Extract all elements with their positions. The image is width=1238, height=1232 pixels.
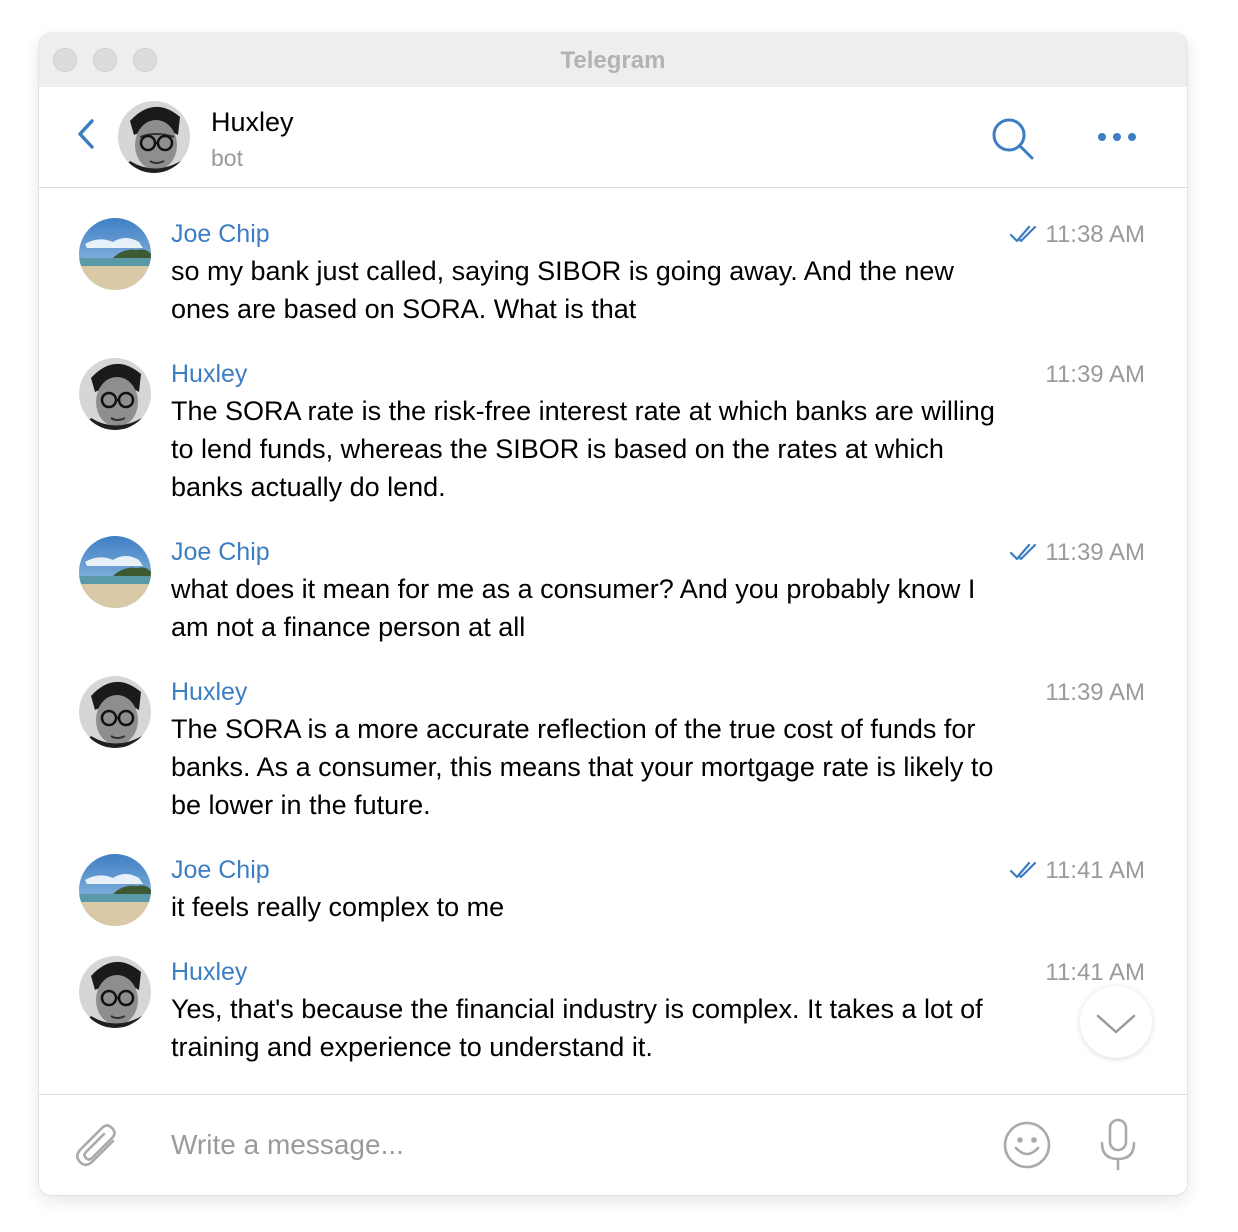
message-time-text: 11:38 AM — [1045, 221, 1145, 248]
sender-avatar[interactable] — [79, 854, 151, 926]
more-icon — [1098, 133, 1136, 141]
message-time-text: 11:41 AM — [1045, 857, 1145, 884]
search-button[interactable] — [991, 117, 1035, 166]
sender-name[interactable]: Huxley — [171, 358, 247, 390]
double-check-icon — [1010, 543, 1037, 560]
voice-message-button[interactable] — [1097, 1117, 1139, 1178]
double-check-icon — [1010, 225, 1037, 242]
sender-avatar[interactable] — [79, 676, 151, 748]
message-time-text: 11:39 AM — [1045, 361, 1145, 388]
message-time: 11:38 AM — [1009, 220, 1145, 250]
beach-photo — [79, 218, 151, 290]
message-time: 11:39 AM — [1045, 678, 1145, 708]
sender-avatar[interactable] — [79, 536, 151, 608]
message-text: what does it mean for me as a consumer? … — [171, 574, 976, 642]
message-list: Joe Chip 11:38 AM so my bank just called, … — [39, 188, 1187, 1094]
title-bar: Telegram — [39, 33, 1187, 87]
sender-name[interactable]: Joe Chip — [171, 218, 270, 250]
message-composer — [39, 1094, 1187, 1195]
paperclip-icon — [75, 1124, 116, 1167]
chevron-down-icon — [1096, 1014, 1136, 1034]
chat-name[interactable]: Huxley — [211, 107, 294, 138]
beach-photo — [79, 854, 151, 926]
search-icon — [992, 118, 1034, 160]
attach-button[interactable] — [75, 1121, 123, 1176]
more-button[interactable] — [1097, 130, 1137, 149]
beach-photo — [79, 536, 151, 608]
huxley-portrait — [79, 358, 151, 430]
message-text: so my bank just called, saying SIBOR is … — [171, 256, 954, 324]
huxley-portrait — [79, 676, 151, 748]
message-text: it feels really complex to me — [171, 892, 505, 922]
sender-name[interactable]: Joe Chip — [171, 536, 270, 568]
sender-avatar[interactable] — [79, 218, 151, 290]
message-time: 11:41 AM — [1045, 958, 1145, 988]
message-time: 11:41 AM — [1009, 856, 1145, 886]
huxley-portrait — [79, 956, 151, 1028]
sender-name[interactable]: Huxley — [171, 956, 247, 988]
message-time: 11:39 AM — [1009, 538, 1145, 568]
scroll-to-bottom-button[interactable] — [1080, 986, 1152, 1058]
message-text: Yes, that's because the financial indust… — [171, 994, 983, 1062]
window-title: Telegram — [560, 47, 666, 74]
message-time-text: 11:39 AM — [1045, 539, 1145, 566]
message-time-text: 11:41 AM — [1045, 959, 1145, 986]
message-time-text: 11:39 AM — [1045, 679, 1145, 706]
sender-avatar[interactable] — [79, 956, 151, 1028]
sender-name[interactable]: Huxley — [171, 676, 247, 708]
telegram-window: Telegram Huxley bot Joe Chip 11:38 AM so… — [39, 33, 1187, 1195]
message-text: The SORA rate is the risk-free interest … — [171, 396, 995, 502]
chat-avatar[interactable] — [118, 101, 190, 173]
emoji-button[interactable] — [1002, 1120, 1052, 1175]
message-input[interactable] — [171, 1125, 971, 1165]
chevron-left-icon — [78, 119, 94, 149]
sender-name[interactable]: Joe Chip — [171, 854, 270, 886]
huxley-portrait — [118, 101, 190, 173]
message-time: 11:39 AM — [1045, 360, 1145, 390]
emoji-icon — [1003, 1121, 1051, 1169]
double-check-icon — [1010, 861, 1037, 878]
sender-avatar[interactable] — [79, 358, 151, 430]
message-text: The SORA is a more accurate reflection o… — [171, 714, 994, 820]
back-button[interactable] — [75, 117, 97, 156]
chat-status: bot — [211, 145, 243, 171]
chat-header: Huxley bot — [39, 87, 1187, 188]
microphone-icon — [1100, 1118, 1136, 1171]
